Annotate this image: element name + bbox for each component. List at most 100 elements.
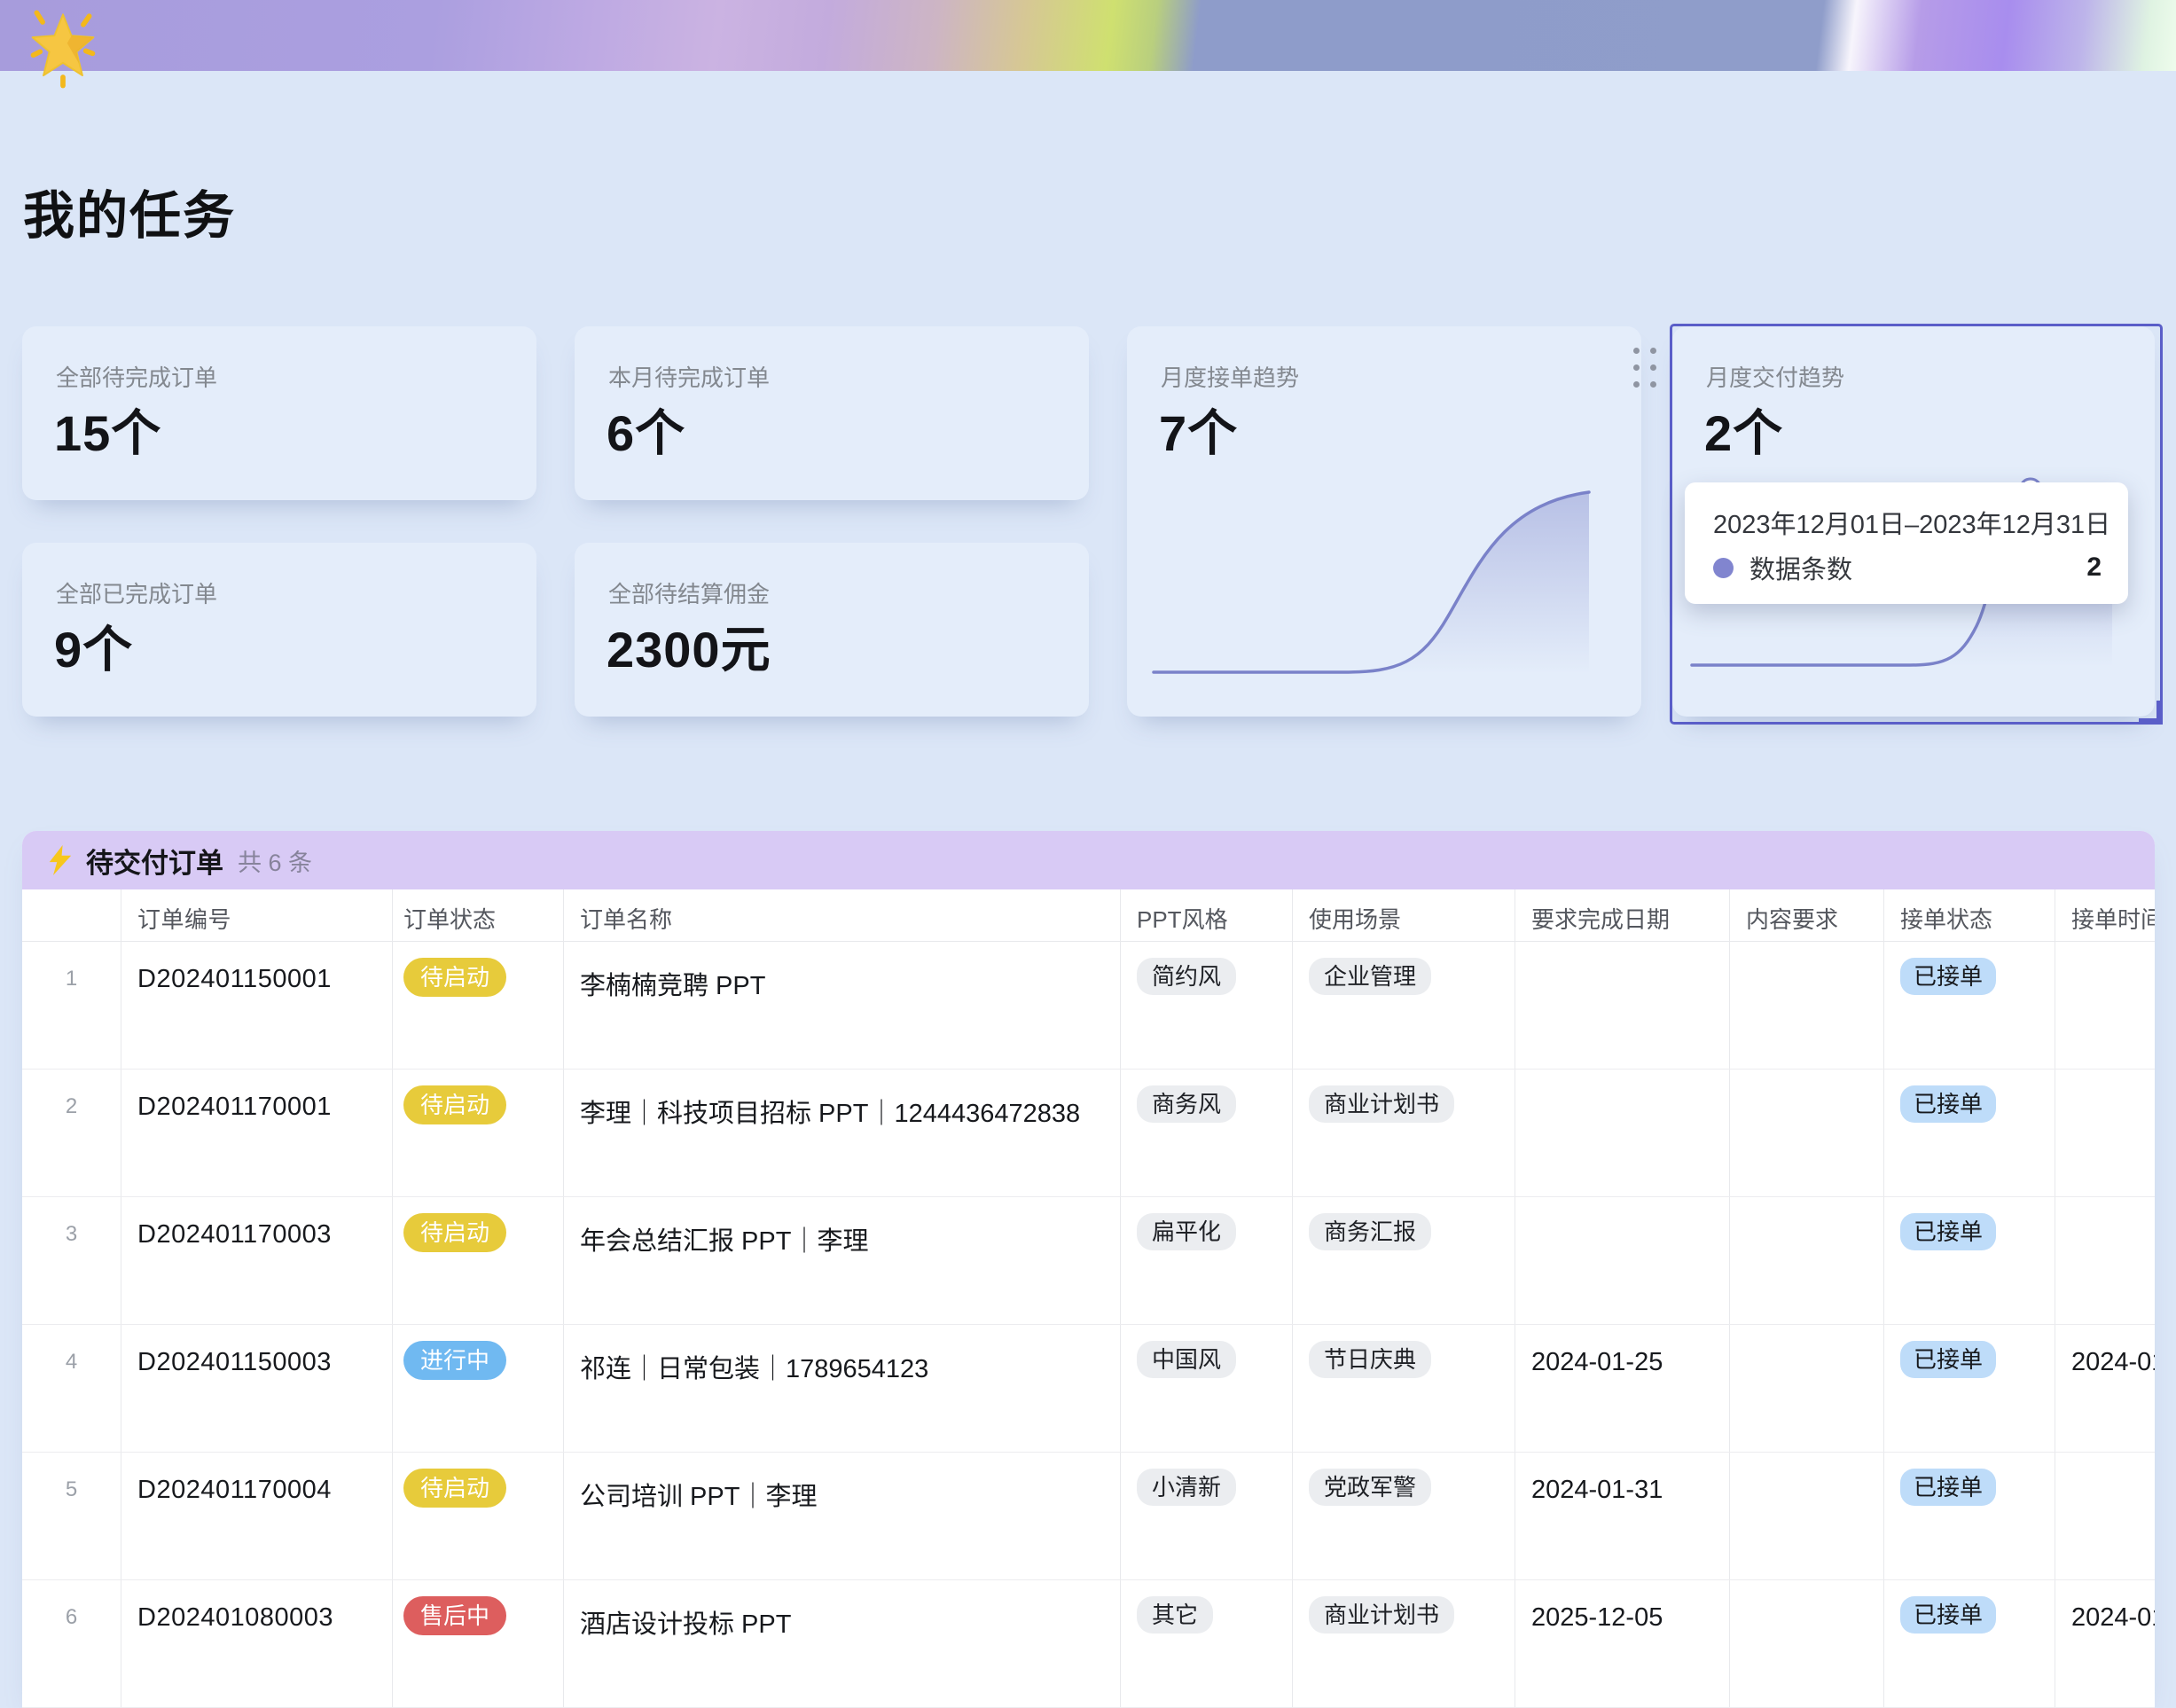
- usage-scene-tag: 节日庆典: [1309, 1341, 1431, 1378]
- col-header-ppt-style[interactable]: PPT风格: [1121, 889, 1293, 941]
- accept-status-badge: 已接单: [1900, 958, 1996, 995]
- table-row[interactable]: 4 D202401150003 进行中 祁连｜日常包装｜1789654123 中…: [22, 1325, 2155, 1453]
- legend-dot-icon: [1713, 558, 1734, 578]
- chart-value: 7个: [1159, 394, 1238, 466]
- usage-scene-tag: 企业管理: [1309, 958, 1431, 995]
- chart-tooltip: 2023年12月01日–2023年12月31日 数据条数 2: [1685, 482, 2128, 604]
- col-header-index[interactable]: [22, 889, 121, 941]
- stat-value: 6个: [607, 394, 685, 466]
- due-date[interactable]: [1515, 942, 1730, 1069]
- table-row[interactable]: 3 D202401170003 待启动 年会总结汇报 PPT｜李理 扁平化 商务…: [22, 1197, 2155, 1325]
- order-id[interactable]: D202401150001: [121, 942, 393, 1069]
- col-header-order-status[interactable]: 订单状态: [393, 889, 564, 941]
- usage-scene-tag: 商业计划书: [1309, 1085, 1454, 1123]
- col-header-content-req[interactable]: 内容要求: [1730, 889, 1884, 941]
- col-header-due-date[interactable]: 要求完成日期: [1515, 889, 1730, 941]
- order-id[interactable]: D202401150003: [121, 1325, 393, 1452]
- order-name[interactable]: 酒店设计投标 PPT: [564, 1580, 1121, 1707]
- lightning-bolt-icon: [49, 845, 73, 875]
- stat-value: 2300元: [607, 610, 771, 682]
- order-status-badge: 待启动: [403, 1469, 506, 1508]
- order-id[interactable]: D202401170003: [121, 1197, 393, 1324]
- col-header-accept-status[interactable]: 接单状态: [1884, 889, 2055, 941]
- accept-time[interactable]: 2024-01: [2055, 1325, 2155, 1452]
- order-name[interactable]: 公司培训 PPT｜李理: [564, 1453, 1121, 1579]
- widget-drag-handle[interactable]: [1633, 348, 1656, 388]
- content-requirement[interactable]: [1730, 942, 1884, 1069]
- order-name[interactable]: 年会总结汇报 PPT｜李理: [564, 1197, 1121, 1324]
- page-title: 我的任务: [23, 174, 236, 248]
- order-id[interactable]: D202401080003: [121, 1580, 393, 1707]
- accept-status-badge: 已接单: [1900, 1213, 1996, 1250]
- stat-label: 全部待结算佣金: [608, 576, 770, 609]
- accept-time[interactable]: [2055, 942, 2155, 1069]
- row-number: 3: [22, 1197, 121, 1324]
- order-name[interactable]: 李楠楠竞聘 PPT: [564, 942, 1121, 1069]
- stat-card-total-pending[interactable]: 全部待完成订单 15个: [22, 326, 536, 500]
- accept-status-badge: 已接单: [1900, 1596, 1996, 1634]
- due-date[interactable]: [1515, 1069, 1730, 1196]
- glowing-star-icon: [25, 4, 101, 94]
- row-number: 2: [22, 1069, 121, 1196]
- content-requirement[interactable]: [1730, 1325, 1884, 1452]
- table-title: 待交付订单: [86, 841, 223, 881]
- pending-delivery-table: 待交付订单 共 6 条 订单编号 订单状态 订单名称 PPT风格 使用场景 要求…: [22, 831, 2155, 1708]
- order-id[interactable]: D202401170001: [121, 1069, 393, 1196]
- stat-card-total-done[interactable]: 全部已完成订单 9个: [22, 543, 536, 717]
- table-row[interactable]: 6 D202401080003 售后中 酒店设计投标 PPT 其它 商业计划书 …: [22, 1580, 2155, 1708]
- usage-scene-tag: 商业计划书: [1309, 1596, 1454, 1634]
- order-status-badge: 进行中: [403, 1341, 506, 1380]
- stat-label: 全部待完成订单: [56, 360, 217, 393]
- tooltip-series-name: 数据条数: [1749, 549, 1852, 586]
- due-date[interactable]: 2025-12-05: [1515, 1580, 1730, 1707]
- row-number: 4: [22, 1325, 121, 1452]
- table-row[interactable]: 1 D202401150001 待启动 李楠楠竞聘 PPT 简约风 企业管理 已…: [22, 942, 2155, 1069]
- due-date[interactable]: [1515, 1197, 1730, 1324]
- stat-value: 9个: [54, 610, 133, 682]
- usage-scene-tag: 党政军警: [1309, 1469, 1431, 1506]
- row-number: 1: [22, 942, 121, 1069]
- ppt-style-tag: 商务风: [1137, 1085, 1236, 1123]
- chart-label: 月度接单趋势: [1161, 360, 1299, 393]
- order-status-badge: 售后中: [403, 1596, 506, 1635]
- content-requirement[interactable]: [1730, 1580, 1884, 1707]
- accept-time[interactable]: [2055, 1453, 2155, 1579]
- table-record-count: 共 6 条: [238, 843, 312, 878]
- due-date[interactable]: 2024-01-31: [1515, 1453, 1730, 1579]
- table-titlebar: 待交付订单 共 6 条: [22, 831, 2155, 889]
- col-header-order-id[interactable]: 订单编号: [121, 889, 393, 941]
- accept-time[interactable]: 2024-01: [2055, 1580, 2155, 1707]
- row-number: 6: [22, 1580, 121, 1707]
- order-status-badge: 待启动: [403, 1085, 506, 1124]
- col-header-accept-time[interactable]: 接单时间: [2055, 889, 2155, 941]
- accept-status-badge: 已接单: [1900, 1341, 1996, 1378]
- order-status-badge: 待启动: [403, 1213, 506, 1252]
- ppt-style-tag: 扁平化: [1137, 1213, 1236, 1250]
- col-header-order-name[interactable]: 订单名称: [564, 889, 1121, 941]
- tooltip-date-range: 2023年12月01日–2023年12月31日: [1713, 504, 2110, 541]
- resize-handle[interactable]: [2139, 701, 2163, 725]
- due-date[interactable]: 2024-01-25: [1515, 1325, 1730, 1452]
- ppt-style-tag: 中国风: [1137, 1341, 1236, 1378]
- chart-card-monthly-orders[interactable]: 月度接单趋势 7个: [1127, 326, 1641, 717]
- order-status-badge: 待启动: [403, 958, 506, 997]
- banner-gradient: [0, 0, 2176, 71]
- table-row[interactable]: 2 D202401170001 待启动 李理｜科技项目招标 PPT｜124443…: [22, 1069, 2155, 1197]
- content-requirement[interactable]: [1730, 1197, 1884, 1324]
- stat-card-commission[interactable]: 全部待结算佣金 2300元: [575, 543, 1089, 717]
- table-row[interactable]: 5 D202401170004 待启动 公司培训 PPT｜李理 小清新 党政军警…: [22, 1453, 2155, 1580]
- stat-label: 全部已完成订单: [56, 576, 217, 609]
- accept-time[interactable]: [2055, 1197, 2155, 1324]
- order-name[interactable]: 祁连｜日常包装｜1789654123: [564, 1325, 1121, 1452]
- col-header-usage-scene[interactable]: 使用场景: [1293, 889, 1515, 941]
- order-name[interactable]: 李理｜科技项目招标 PPT｜1244436472838: [564, 1069, 1121, 1196]
- stat-card-month-pending[interactable]: 本月待完成订单 6个: [575, 326, 1089, 500]
- stat-value: 15个: [54, 394, 161, 466]
- content-requirement[interactable]: [1730, 1453, 1884, 1579]
- usage-scene-tag: 商务汇报: [1309, 1213, 1431, 1250]
- tooltip-series-value: 2: [2086, 552, 2102, 583]
- ppt-style-tag: 小清新: [1137, 1469, 1236, 1506]
- content-requirement[interactable]: [1730, 1069, 1884, 1196]
- accept-time[interactable]: [2055, 1069, 2155, 1196]
- order-id[interactable]: D202401170004: [121, 1453, 393, 1579]
